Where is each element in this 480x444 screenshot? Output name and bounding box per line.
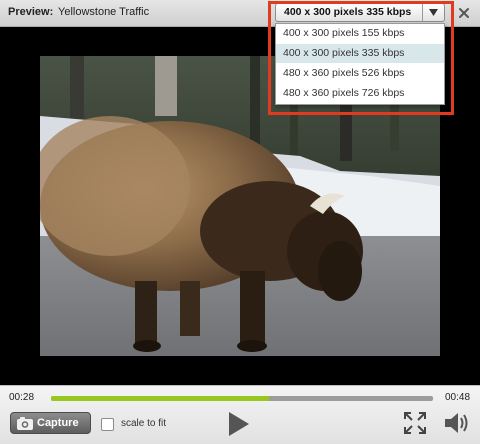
scale-to-fit-checkbox[interactable] (101, 418, 114, 431)
quality-dropdown-list: 400 x 300 pixels 155 kbps 400 x 300 pixe… (275, 23, 445, 105)
quality-selected-value: 400 x 300 pixels 335 kbps (284, 6, 412, 18)
quality-option[interactable]: 400 x 300 pixels 155 kbps (276, 24, 444, 43)
scale-to-fit-label: scale to fit (121, 418, 167, 429)
capture-label: Capture (37, 417, 79, 429)
seek-bar[interactable] (51, 396, 433, 401)
play-icon[interactable] (229, 412, 249, 436)
camera-icon (17, 417, 33, 435)
current-time: 00:28 (9, 392, 35, 403)
quality-select[interactable]: 400 x 300 pixels 335 kbps (275, 3, 445, 22)
duration-time: 00:48 (445, 392, 471, 403)
player-controls: 00:28 00:48 Capture scale to fit (0, 385, 480, 444)
quality-option[interactable]: 480 x 360 pixels 526 kbps (276, 64, 444, 83)
seek-progress (51, 396, 269, 401)
quality-option-selected[interactable]: 400 x 300 pixels 335 kbps (276, 44, 444, 63)
volume-icon[interactable] (443, 410, 471, 436)
capture-button[interactable]: Capture (10, 412, 91, 434)
chevron-down-icon[interactable] (422, 4, 444, 21)
quality-option[interactable]: 480 x 360 pixels 726 kbps (276, 84, 444, 103)
fullscreen-icon[interactable] (404, 412, 426, 434)
video-title: Yellowstone Traffic (58, 6, 150, 18)
close-icon[interactable] (456, 5, 472, 21)
preview-window: Preview: Yellowstone Traffic 400 x 300 p… (0, 0, 480, 444)
preview-label: Preview: (8, 6, 54, 18)
